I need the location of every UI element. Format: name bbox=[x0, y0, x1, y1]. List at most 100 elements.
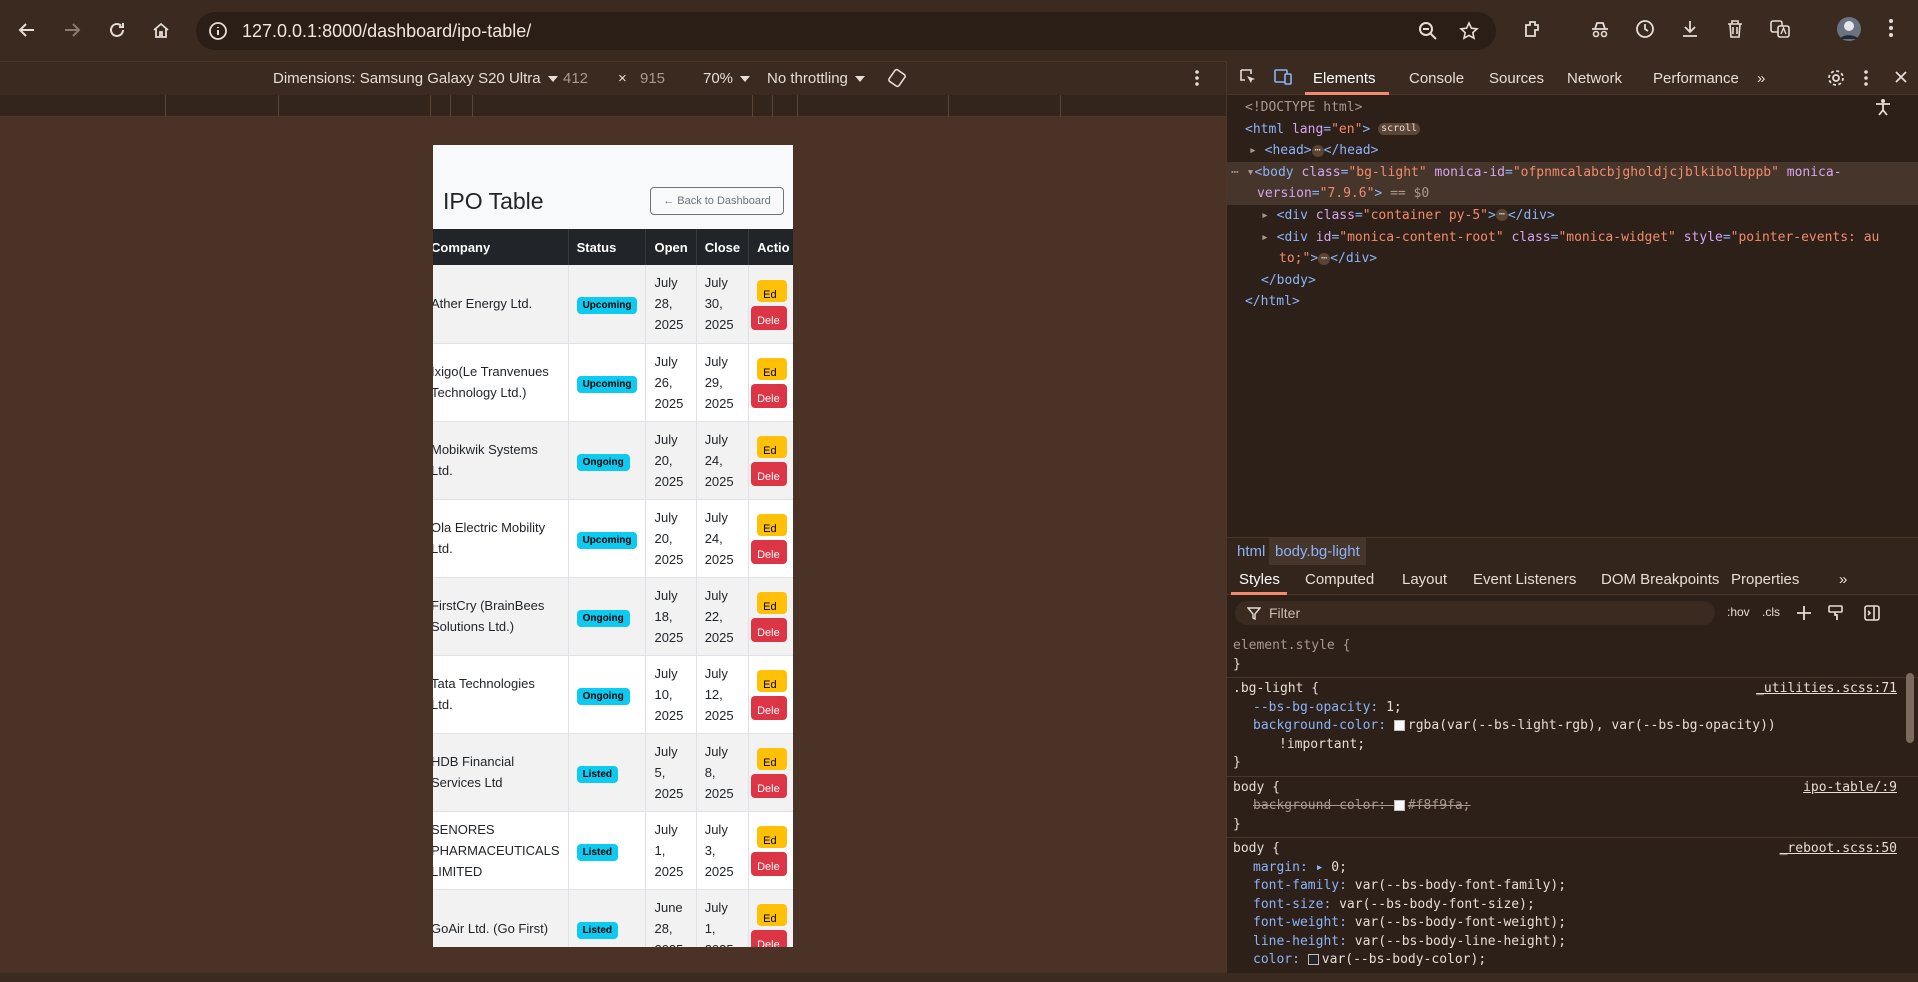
rule-property[interactable]: margin: ▸ 0; bbox=[1233, 859, 1913, 878]
dom-head-node[interactable]: ▸ <head> ⋯ </head> bbox=[1227, 140, 1918, 162]
browser-toolbar: 127.0.0.1:8000/dashboard/ipo-table/ bbox=[0, 0, 1918, 61]
delete-button[interactable]: Dele bbox=[751, 852, 788, 876]
zoom-icon[interactable] bbox=[1418, 21, 1438, 46]
extensions-icon[interactable] bbox=[1522, 18, 1544, 45]
rule-body-reboot[interactable]: body { _reboot.scss:50 margin: ▸ 0; font… bbox=[1227, 838, 1918, 973]
address-bar[interactable]: 127.0.0.1:8000/dashboard/ipo-table/ bbox=[196, 12, 1496, 50]
device-height-input[interactable]: 915 bbox=[640, 70, 665, 87]
download-icon[interactable] bbox=[1679, 18, 1701, 45]
more-subtabs-chevron-icon[interactable]: » bbox=[1839, 571, 1847, 588]
devtools-menu-icon[interactable] bbox=[1863, 69, 1869, 91]
tab-styles[interactable]: Styles bbox=[1239, 571, 1280, 588]
rule-property[interactable]: font-weight: var(--bs-body-font-weight); bbox=[1233, 914, 1913, 933]
rule-property[interactable]: line-height: var(--bs-body-line-height); bbox=[1233, 933, 1913, 952]
history-icon[interactable] bbox=[1634, 18, 1656, 45]
more-tabs-chevron-icon[interactable]: » bbox=[1757, 70, 1765, 87]
reload-icon[interactable] bbox=[104, 17, 130, 43]
hover-state-toggle[interactable]: :hov bbox=[1727, 605, 1750, 619]
site-info-icon[interactable] bbox=[208, 21, 228, 46]
rule-property[interactable]: background-color: rgba(var(--bs-light-rg… bbox=[1233, 717, 1913, 736]
tab-performance[interactable]: Performance bbox=[1653, 70, 1739, 87]
edit-button[interactable]: Ed bbox=[757, 436, 788, 458]
back-arrow-icon[interactable] bbox=[14, 17, 40, 43]
incognito-icon[interactable] bbox=[1589, 18, 1611, 45]
edit-button[interactable]: Ed bbox=[757, 514, 788, 536]
throttling-select[interactable]: No throttling bbox=[767, 70, 865, 87]
delete-button[interactable]: Dele bbox=[751, 774, 788, 798]
rule-property-overridden[interactable]: background-color: #f8f9fa; bbox=[1233, 797, 1913, 816]
collapsed-ellipsis[interactable]: ⋯ bbox=[1318, 252, 1331, 265]
tab-network[interactable]: Network bbox=[1567, 70, 1622, 87]
rule-source-link[interactable]: _reboot.scss:50 bbox=[1780, 840, 1897, 859]
styles-filter-input[interactable]: Filter bbox=[1235, 601, 1715, 625]
settings-gear-icon[interactable] bbox=[1827, 69, 1845, 91]
inspect-element-icon[interactable] bbox=[1239, 68, 1257, 90]
collapsed-ellipsis[interactable]: ⋯ bbox=[1495, 209, 1508, 222]
tab-sources[interactable]: Sources bbox=[1489, 70, 1544, 87]
edit-button[interactable]: Ed bbox=[757, 279, 788, 302]
color-swatch[interactable] bbox=[1307, 954, 1319, 965]
dom-body-node[interactable]: ⋯ ▾<body class="bg-light" monica-id="ofp… bbox=[1227, 161, 1918, 184]
profile-avatar[interactable] bbox=[1836, 16, 1862, 47]
rule-source-link[interactable]: _utilities.scss:71 bbox=[1756, 680, 1897, 699]
color-swatch[interactable] bbox=[1393, 800, 1405, 811]
color-swatch[interactable] bbox=[1393, 720, 1405, 731]
tab-event-listeners[interactable]: Event Listeners bbox=[1473, 571, 1576, 588]
translate-icon[interactable] bbox=[1769, 18, 1791, 45]
dom-html-node[interactable]: <html lang="en"> scroll bbox=[1227, 119, 1918, 141]
ipo-table: Company Status Open Close Actio Ather En… bbox=[433, 229, 793, 947]
delete-button[interactable]: Dele bbox=[751, 540, 788, 564]
bookmark-star-icon[interactable] bbox=[1459, 21, 1479, 46]
back-to-dashboard-button[interactable]: ← Back to Dashboard bbox=[650, 187, 784, 215]
edit-button[interactable]: Ed bbox=[757, 904, 788, 926]
delete-button[interactable]: Dele bbox=[751, 696, 788, 720]
forward-arrow-icon[interactable] bbox=[59, 17, 85, 43]
edit-button[interactable]: Ed bbox=[757, 358, 788, 380]
delete-button[interactable]: Dele bbox=[751, 305, 788, 330]
new-rule-plus-icon[interactable] bbox=[1795, 604, 1813, 626]
rule-property[interactable]: font-family: var(--bs-body-font-family); bbox=[1233, 877, 1913, 896]
breadcrumb-html[interactable]: html bbox=[1237, 543, 1265, 560]
zoom-select[interactable]: 70% bbox=[703, 70, 751, 87]
delete-button[interactable]: Dele bbox=[751, 930, 788, 947]
styles-scrollbar[interactable] bbox=[1906, 673, 1914, 743]
device-toolbar-menu-icon[interactable] bbox=[1194, 69, 1200, 91]
home-icon[interactable] bbox=[148, 17, 174, 43]
rotate-icon[interactable] bbox=[886, 67, 908, 93]
edit-button[interactable]: Ed bbox=[757, 592, 788, 614]
tab-elements[interactable]: Elements bbox=[1313, 70, 1376, 87]
edit-button[interactable]: Ed bbox=[757, 670, 788, 692]
delete-button[interactable]: Dele bbox=[751, 462, 788, 486]
collapsed-ellipsis[interactable]: ⋯ bbox=[1311, 144, 1324, 157]
class-toggle[interactable]: .cls bbox=[1762, 605, 1780, 619]
edit-button[interactable]: Ed bbox=[757, 826, 788, 848]
close-devtools-icon[interactable] bbox=[1893, 69, 1909, 89]
rule-source-link[interactable]: ipo-table/:9 bbox=[1803, 779, 1897, 798]
dom-container-div[interactable]: ▸ <div class="container py-5"> ⋯ </div> bbox=[1227, 205, 1918, 227]
tab-layout[interactable]: Layout bbox=[1402, 571, 1447, 588]
tab-properties[interactable]: Properties bbox=[1731, 571, 1799, 588]
rule-property[interactable]: --bs-bg-opacity: 1; bbox=[1233, 699, 1913, 718]
rule-bg-light[interactable]: .bg-light { _utilities.scss:71 --bs-bg-o… bbox=[1227, 678, 1918, 777]
scroll-badge[interactable]: scroll bbox=[1378, 123, 1421, 136]
tab-console[interactable]: Console bbox=[1409, 70, 1464, 87]
accessibility-icon[interactable] bbox=[1873, 97, 1893, 121]
browser-menu-icon[interactable] bbox=[1888, 18, 1894, 43]
sidebar-toggle-icon[interactable] bbox=[1863, 604, 1881, 626]
tab-computed[interactable]: Computed bbox=[1305, 571, 1374, 588]
delete-button[interactable]: Dele bbox=[751, 618, 788, 642]
delete-button[interactable]: Dele bbox=[751, 384, 788, 408]
tab-dom-breakpoints[interactable]: DOM Breakpoints bbox=[1601, 571, 1719, 588]
paint-brush-icon[interactable] bbox=[1827, 604, 1845, 626]
rule-property[interactable]: font-size: var(--bs-body-font-size); bbox=[1233, 896, 1913, 915]
breadcrumb-body[interactable]: body.bg-light bbox=[1269, 538, 1366, 566]
device-toggle-icon[interactable] bbox=[1273, 68, 1293, 90]
edit-button[interactable]: Ed bbox=[757, 748, 788, 770]
dom-monica-div[interactable]: ▸ <div id="monica-content-root" class="m… bbox=[1227, 227, 1918, 249]
rule-body-inline[interactable]: body { ipo-table/:9 background-color: #f… bbox=[1227, 777, 1918, 838]
rule-property[interactable]: color: var(--bs-body-color); bbox=[1233, 951, 1913, 970]
device-width-input[interactable]: 412 bbox=[563, 70, 588, 87]
rule-element-style[interactable]: element.style { } bbox=[1227, 635, 1918, 678]
trash-icon[interactable] bbox=[1724, 18, 1746, 45]
device-dimensions-select[interactable]: Dimensions: Samsung Galaxy S20 Ultra bbox=[273, 70, 558, 87]
